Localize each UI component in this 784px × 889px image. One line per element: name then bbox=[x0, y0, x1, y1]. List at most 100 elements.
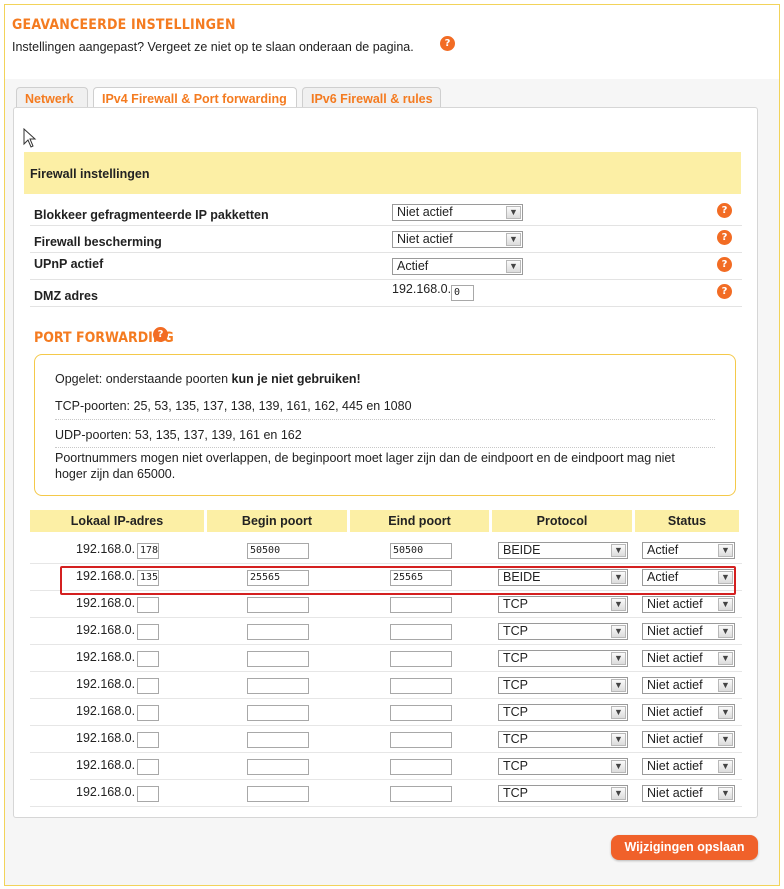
begin-port-input[interactable] bbox=[247, 732, 309, 748]
begin-port-input[interactable] bbox=[247, 705, 309, 721]
protocol-select[interactable]: TCP ▼ bbox=[498, 650, 628, 667]
chevron-down-icon: ▼ bbox=[718, 787, 733, 800]
ip-suffix-input[interactable] bbox=[137, 651, 159, 667]
page-title: GEAVANCEERDE INSTELLINGEN bbox=[12, 17, 236, 33]
begin-port-input[interactable] bbox=[247, 651, 309, 667]
ip-suffix-input[interactable]: 135 bbox=[137, 570, 159, 586]
begin-port-input[interactable]: 50500 bbox=[247, 543, 309, 559]
protection-label: Firewall bescherming bbox=[34, 235, 162, 249]
help-icon[interactable]: ? bbox=[717, 284, 732, 299]
status-select[interactable]: Niet actief ▼ bbox=[642, 650, 735, 667]
chevron-down-icon: ▼ bbox=[506, 233, 521, 246]
help-icon[interactable]: ? bbox=[717, 257, 732, 272]
status-select[interactable]: Actief ▼ bbox=[642, 569, 735, 586]
help-icon[interactable]: ? bbox=[153, 327, 168, 342]
page-header: GEAVANCEERDE INSTELLINGEN Instellingen a… bbox=[5, 5, 779, 79]
upnp-label: UPnP actief bbox=[34, 257, 104, 271]
chevron-down-icon: ▼ bbox=[718, 625, 733, 638]
fragmented-value: Niet actief bbox=[397, 205, 453, 219]
begin-port-input[interactable] bbox=[247, 597, 309, 613]
protocol-select[interactable]: BEIDE ▼ bbox=[498, 569, 628, 586]
status-select[interactable]: Actief ▼ bbox=[642, 542, 735, 559]
status-value: Niet actief bbox=[647, 759, 703, 773]
help-icon[interactable]: ? bbox=[717, 203, 732, 218]
end-port-input[interactable]: 50500 bbox=[390, 543, 452, 559]
ip-prefix: 192.168.0. bbox=[76, 650, 136, 664]
ip-suffix-input[interactable] bbox=[137, 759, 159, 775]
table-row: 192.168.0. TCP ▼ Niet actief ▼ bbox=[30, 753, 742, 780]
status-value: Niet actief bbox=[647, 624, 703, 638]
ip-prefix: 192.168.0. bbox=[76, 596, 136, 610]
status-select[interactable]: Niet actief ▼ bbox=[642, 596, 735, 613]
status-value: Niet actief bbox=[647, 732, 703, 746]
ip-suffix-input[interactable] bbox=[137, 624, 159, 640]
end-port-input[interactable] bbox=[390, 651, 452, 667]
ip-suffix-input[interactable]: 178 bbox=[137, 543, 159, 559]
help-icon[interactable]: ? bbox=[440, 36, 455, 51]
save-button[interactable]: Wijzigingen opslaan bbox=[611, 835, 758, 860]
chevron-down-icon: ▼ bbox=[718, 571, 733, 584]
status-select[interactable]: Niet actief ▼ bbox=[642, 758, 735, 775]
protocol-select[interactable]: TCP ▼ bbox=[498, 758, 628, 775]
column-header-ip: Lokaal IP-adres bbox=[30, 510, 204, 532]
status-value: Actief bbox=[647, 543, 679, 557]
ip-suffix-input[interactable] bbox=[137, 678, 159, 694]
begin-port-input[interactable] bbox=[247, 786, 309, 802]
protection-select[interactable]: Niet actief ▼ bbox=[392, 231, 523, 248]
firewall-row-upnp: UPnP actief Actief ▼ ? bbox=[30, 254, 742, 280]
dmz-input[interactable]: 0 bbox=[451, 285, 474, 301]
status-select[interactable]: Niet actief ▼ bbox=[642, 623, 735, 640]
status-select[interactable]: Niet actief ▼ bbox=[642, 704, 735, 721]
column-header-end: Eind poort bbox=[350, 510, 489, 532]
firewall-row-dmz: DMZ adres 192.168.0. 0 ? bbox=[30, 281, 742, 307]
begin-port-input[interactable]: 25565 bbox=[247, 570, 309, 586]
notice-udp: UDP-poorten: 53, 135, 137, 139, 161 en 1… bbox=[55, 428, 302, 442]
upnp-select[interactable]: Actief ▼ bbox=[392, 258, 523, 275]
dmz-label: DMZ adres bbox=[34, 289, 98, 303]
end-port-input[interactable] bbox=[390, 624, 452, 640]
end-port-input[interactable] bbox=[390, 597, 452, 613]
ip-suffix-input[interactable] bbox=[137, 732, 159, 748]
protocol-select[interactable]: TCP ▼ bbox=[498, 731, 628, 748]
status-value: Niet actief bbox=[647, 678, 703, 692]
protocol-select[interactable]: TCP ▼ bbox=[498, 704, 628, 721]
protocol-value: TCP bbox=[503, 732, 528, 746]
ip-prefix: 192.168.0. bbox=[76, 758, 136, 772]
divider bbox=[55, 419, 715, 420]
protocol-select[interactable]: BEIDE ▼ bbox=[498, 542, 628, 559]
firewall-section-title: Firewall instellingen bbox=[24, 152, 741, 194]
table-row: 192.168.0. TCP ▼ Niet actief ▼ bbox=[30, 645, 742, 672]
chevron-down-icon: ▼ bbox=[718, 544, 733, 557]
table-row: 192.168.0. 135 25565 25565 BEIDE ▼ Actief ▼ bbox=[30, 564, 742, 591]
end-port-input[interactable]: 25565 bbox=[390, 570, 452, 586]
end-port-input[interactable] bbox=[390, 759, 452, 775]
protocol-value: TCP bbox=[503, 786, 528, 800]
chevron-down-icon: ▼ bbox=[611, 706, 626, 719]
ip-suffix-input[interactable] bbox=[137, 786, 159, 802]
protocol-select[interactable]: TCP ▼ bbox=[498, 785, 628, 802]
status-select[interactable]: Niet actief ▼ bbox=[642, 785, 735, 802]
begin-port-input[interactable] bbox=[247, 624, 309, 640]
end-port-input[interactable] bbox=[390, 705, 452, 721]
notice-warning-text: Opgelet: onderstaande poorten bbox=[55, 372, 232, 386]
protocol-select[interactable]: TCP ▼ bbox=[498, 677, 628, 694]
protocol-select[interactable]: TCP ▼ bbox=[498, 623, 628, 640]
ip-prefix: 192.168.0. bbox=[76, 704, 136, 718]
status-select[interactable]: Niet actief ▼ bbox=[642, 677, 735, 694]
begin-port-input[interactable] bbox=[247, 759, 309, 775]
ip-suffix-input[interactable] bbox=[137, 705, 159, 721]
help-icon[interactable]: ? bbox=[717, 230, 732, 245]
protocol-value: TCP bbox=[503, 651, 528, 665]
end-port-input[interactable] bbox=[390, 786, 452, 802]
protocol-value: TCP bbox=[503, 624, 528, 638]
begin-port-input[interactable] bbox=[247, 678, 309, 694]
upnp-value: Actief bbox=[397, 259, 429, 273]
end-port-input[interactable] bbox=[390, 732, 452, 748]
table-row: 192.168.0. TCP ▼ Niet actief ▼ bbox=[30, 591, 742, 618]
ip-suffix-input[interactable] bbox=[137, 597, 159, 613]
status-select[interactable]: Niet actief ▼ bbox=[642, 731, 735, 748]
end-port-input[interactable] bbox=[390, 678, 452, 694]
fragmented-select[interactable]: Niet actief ▼ bbox=[392, 204, 523, 221]
protocol-value: BEIDE bbox=[503, 543, 541, 557]
protocol-select[interactable]: TCP ▼ bbox=[498, 596, 628, 613]
